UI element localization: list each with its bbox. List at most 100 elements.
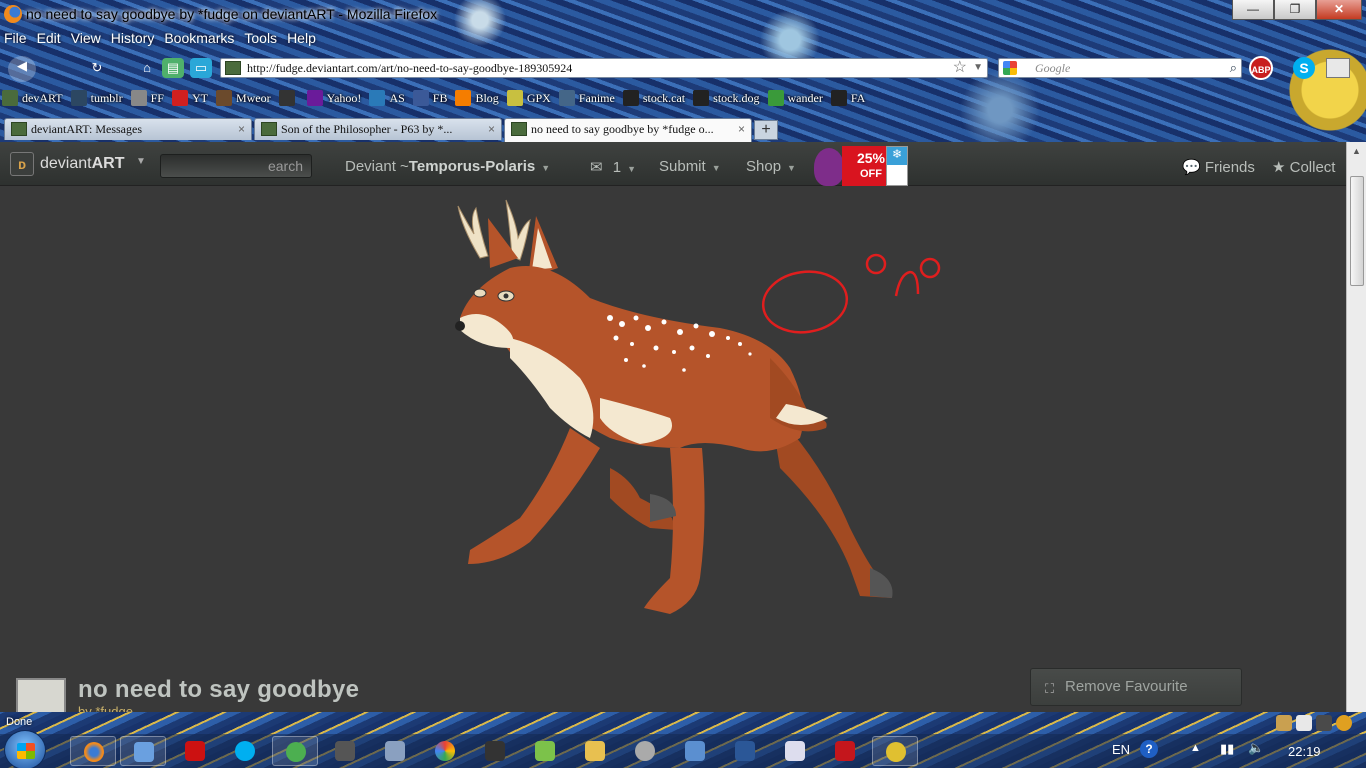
taskbar-app-5[interactable] (272, 736, 318, 766)
bookmarks-sidebar-icon[interactable] (1326, 58, 1350, 78)
title-bar: no need to say goodbye by *fudge on devi… (0, 0, 1366, 28)
flash-icon (835, 741, 855, 761)
minimize-button[interactable]: — (1232, 0, 1274, 20)
remove-favourite-button[interactable]: ⛶ Remove Favourite (1030, 668, 1242, 706)
url-bar[interactable]: http://fudge.deviantart.com/art/no-need-… (220, 58, 988, 78)
bookmark-item[interactable]: Yahoo! (306, 90, 361, 106)
bookmark-item[interactable]: Blog (455, 90, 499, 106)
taskbar-paint[interactable] (372, 736, 418, 766)
bookmark-item[interactable] (278, 90, 299, 106)
start-button[interactable] (4, 730, 46, 768)
url-dropdown-icon[interactable]: ▼ (973, 59, 983, 77)
logo-menu-chevron-icon[interactable]: ▼ (136, 156, 146, 167)
tab-close-icon[interactable]: × (238, 119, 245, 139)
vertical-scrollbar[interactable]: ▲ (1346, 142, 1366, 712)
submit-menu[interactable]: Submit ▼ (659, 158, 721, 175)
emoticon-icon[interactable] (1336, 715, 1352, 731)
bookmark-item[interactable]: stock.dog (693, 90, 760, 106)
deviation-author[interactable]: by *fudge (78, 704, 133, 712)
close-button[interactable]: ✕ (1316, 0, 1362, 20)
reload-button[interactable]: ↻ (86, 58, 108, 78)
menu-bookmarks[interactable]: Bookmarks (164, 30, 234, 46)
bookmark-star-icon[interactable]: ☆ (953, 59, 967, 77)
scroll-up-arrow-icon[interactable]: ▲ (1347, 142, 1366, 160)
taskbar-messenger[interactable] (120, 736, 166, 766)
menu-tools[interactable]: Tools (244, 30, 277, 46)
tab-close-icon[interactable]: × (488, 119, 495, 139)
taskbar-picasa[interactable] (422, 736, 468, 766)
tab-close-icon[interactable]: × (738, 119, 745, 139)
bookmark-item[interactable]: FB (412, 90, 448, 106)
search-icon[interactable]: ⌕ (1230, 59, 1237, 77)
bookmark-item[interactable]: FA (830, 90, 865, 106)
username: Temporus-Polaris (408, 158, 536, 175)
home-button[interactable]: ⌂ (136, 58, 158, 78)
taskbar-skype[interactable] (222, 736, 268, 766)
skype-status-icon[interactable] (1316, 715, 1332, 731)
bookmark-item[interactable]: wander (767, 90, 823, 106)
bookmark-item[interactable]: YT (171, 90, 208, 106)
shop-menu[interactable]: Shop ▼ (746, 158, 796, 175)
back-button[interactable]: ◀ (8, 56, 36, 82)
search-bar[interactable]: Google ⌕ (998, 58, 1242, 78)
globe-icon (286, 742, 306, 762)
taskbar-app-17[interactable] (872, 736, 918, 766)
volume-icon[interactable]: 🔈 (1248, 740, 1264, 756)
addon-status-icon[interactable] (1276, 715, 1292, 731)
bookmark-label: GPX (526, 90, 551, 105)
skype-icon[interactable]: S (1293, 57, 1315, 79)
bookmark-item[interactable]: Mweor (215, 90, 271, 106)
taskbar-photos[interactable] (672, 736, 718, 766)
menu-view[interactable]: View (71, 30, 101, 46)
network-icon[interactable]: ▮▮ (1220, 741, 1234, 757)
adblock-plus-icon[interactable]: ABP (1249, 56, 1273, 80)
menu-edit[interactable]: Edit (37, 30, 61, 46)
help-icon[interactable]: ? (1140, 740, 1158, 758)
site-search-input[interactable]: earch (160, 154, 312, 178)
bookmark-label: FB (432, 90, 448, 105)
menu-file[interactable]: File (4, 30, 27, 46)
friends-link[interactable]: 💬 Friends (1182, 158, 1255, 176)
bookmark-item[interactable]: stock.cat (622, 90, 685, 106)
taskbar-app-6[interactable] (322, 736, 368, 766)
taskbar-word[interactable] (722, 736, 768, 766)
bookmark-item[interactable]: Fanime (558, 90, 615, 106)
taskbar-calculator[interactable] (772, 736, 818, 766)
taskbar-app-10[interactable] (522, 736, 568, 766)
bookmark-item[interactable]: FF (130, 90, 164, 106)
author-avatar[interactable] (16, 678, 66, 712)
addon-button-2[interactable]: ▭ (190, 58, 212, 78)
show-hidden-icons-icon[interactable]: ▲ (1190, 742, 1201, 754)
taskbar-firefox[interactable] (70, 736, 116, 766)
deviation-artwork[interactable] (440, 198, 960, 638)
menu-help[interactable]: Help (287, 30, 316, 46)
screenshot-icon[interactable] (1296, 715, 1312, 731)
menu-history[interactable]: History (111, 30, 155, 46)
taskbar-media[interactable] (172, 736, 218, 766)
new-tab-button[interactable]: + (754, 120, 778, 140)
taskbar-explorer[interactable] (572, 736, 618, 766)
taskbar-media-player[interactable] (622, 736, 668, 766)
maximize-button[interactable]: ❐ (1274, 0, 1316, 20)
collect-link[interactable]: ★ Collect (1272, 158, 1335, 176)
bookmark-item[interactable]: tumblr (70, 90, 123, 106)
promo-banner[interactable]: 25% OFF (814, 144, 908, 188)
tab-no-need-to-say-goodbye[interactable]: no need to say goodbye by *fudge o... × (504, 118, 752, 142)
google-engine-icon[interactable] (1003, 61, 1017, 75)
language-indicator[interactable]: EN (1112, 742, 1130, 757)
taskbar-tablet[interactable] (472, 736, 518, 766)
scrollbar-thumb[interactable] (1350, 176, 1364, 286)
remove-favourite-label: Remove Favourite (1065, 678, 1188, 695)
bookmark-item[interactable]: AS (369, 90, 405, 106)
user-menu[interactable]: Deviant ~Temporus-Polaris ▼ (345, 158, 550, 175)
tab-messages[interactable]: deviantART: Messages × (4, 118, 252, 140)
clock[interactable]: 22:19 (1288, 744, 1321, 759)
taskbar-flash[interactable] (822, 736, 868, 766)
bookmark-item[interactable]: devART (2, 90, 63, 106)
bookmark-item[interactable]: GPX (506, 90, 551, 106)
deviantart-header: ᴅ deviantART ▼ earch Deviant ~Temporus-P… (0, 142, 1346, 186)
deviantart-logo[interactable]: ᴅ deviantART (10, 152, 124, 176)
addon-button[interactable]: ▤ (162, 58, 184, 78)
tab-son-of-philosopher[interactable]: Son of the Philosopher - P63 by *... × (254, 118, 502, 140)
messages-menu[interactable]: ✉ 1 ▼ (590, 158, 636, 176)
